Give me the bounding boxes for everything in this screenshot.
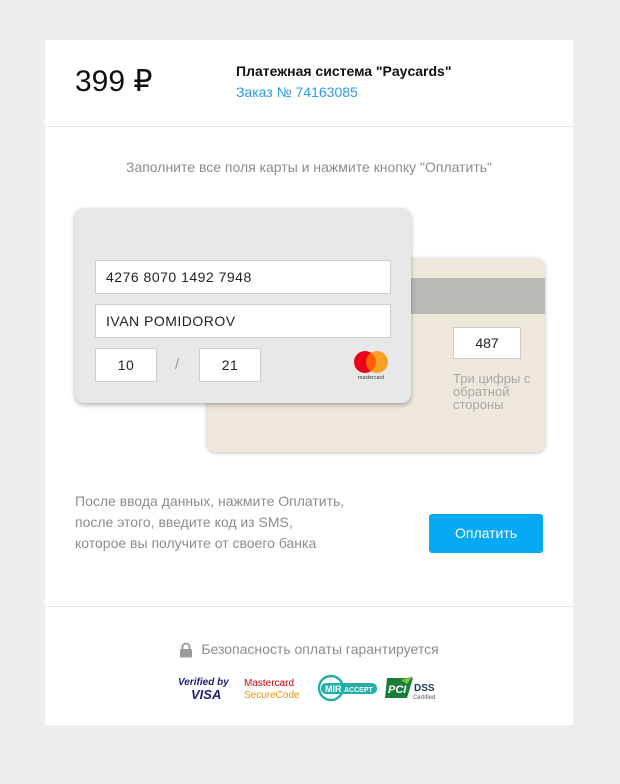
mastercard-logo-icon: mastercard <box>354 351 388 381</box>
mastercard-logo-text: mastercard <box>358 375 384 381</box>
svg-text:Certified: Certified <box>413 695 435 701</box>
card-front: 4276 8070 1492 7948 IVAN POMIDOROV 10 / … <box>75 208 411 403</box>
security-notice: Безопасность оплаты гарантируется <box>45 641 573 658</box>
expiry-month-input[interactable]: 10 <box>95 348 157 382</box>
svg-text:PCI: PCI <box>388 684 407 696</box>
pci-dss-logo-icon: PCI DSS Certified <box>385 676 435 701</box>
mastercard-securecode-logo-icon: Mastercard SecureCode <box>244 678 300 701</box>
form-instruction: Заполните все поля карты и нажмите кнопк… <box>125 159 493 175</box>
svg-text:Mastercard: Mastercard <box>244 678 294 689</box>
pay-button[interactable]: Оплатить <box>429 514 543 553</box>
order-number: Заказ № 74163085 <box>236 84 358 100</box>
svg-text:VISA: VISA <box>191 687 221 702</box>
svg-text:ACCEPT: ACCEPT <box>344 687 374 694</box>
expiry-separator: / <box>175 356 180 373</box>
svg-text:SecureCode: SecureCode <box>244 690 300 701</box>
svg-text:MIR: MIR <box>325 684 342 694</box>
svg-text:DSS: DSS <box>414 683 435 694</box>
payment-amount: 399 ₽ <box>75 65 153 98</box>
payment-header: 399 ₽ Платежная система "Paycards" Заказ… <box>45 40 573 127</box>
card-number-input[interactable]: 4276 8070 1492 7948 <box>95 260 391 294</box>
security-badges: Verified by VISA Mastercard SecureCode M… <box>177 674 447 702</box>
verified-by-visa-logo-icon: Verified by VISA <box>178 677 229 702</box>
expiry-year-input[interactable]: 21 <box>199 348 261 382</box>
mir-accept-logo-icon: MIR ACCEPT <box>317 674 377 702</box>
security-text: Безопасность оплаты гарантируется <box>201 641 439 657</box>
merchant-name: Платежная система "Paycards" <box>236 63 452 79</box>
cvv-hint: Три цифры с обратной стороны <box>453 371 531 412</box>
sms-note: После ввода данных, нажмите Оплатить, по… <box>75 493 345 551</box>
cvv-input[interactable]: 487 <box>453 327 521 359</box>
footer-divider <box>45 606 573 607</box>
payment-panel: 399 ₽ Платежная система "Paycards" Заказ… <box>45 40 573 725</box>
lock-icon <box>180 642 193 658</box>
cardholder-name-input[interactable]: IVAN POMIDOROV <box>95 304 391 338</box>
